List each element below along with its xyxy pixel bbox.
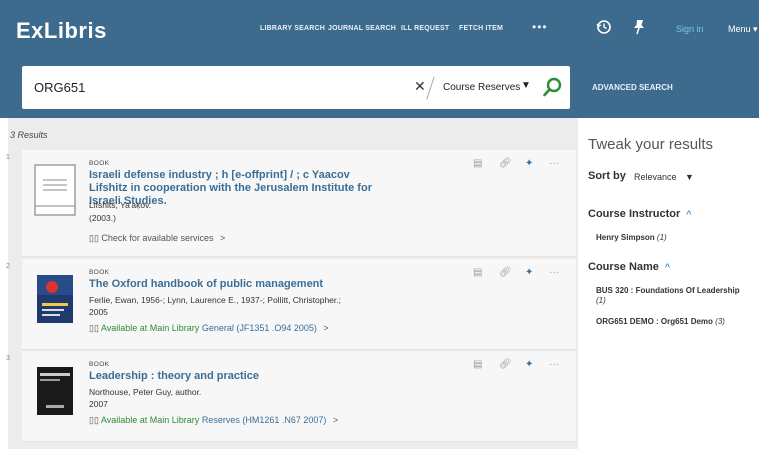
link-icon[interactable]: 🔗︎ — [499, 267, 512, 278]
nav-library-search[interactable]: LIBRARY SEARCH — [260, 25, 325, 32]
book-shelf-icon: ▯▯ — [89, 323, 101, 333]
chevron-right-icon: > — [332, 415, 339, 425]
nav-fetch-item[interactable]: FETCH ITEM — [459, 25, 503, 32]
nav-more-button[interactable]: ••• — [532, 20, 548, 34]
result-title[interactable]: Leadership : theory and practice — [89, 370, 389, 383]
result-date: 2005 — [89, 307, 108, 317]
citation-icon[interactable]: ▤ — [473, 158, 482, 169]
advanced-search-link[interactable]: ADVANCED SEARCH — [592, 83, 673, 92]
link-icon[interactable]: 🔗︎ — [499, 158, 512, 169]
scope-caret-icon[interactable]: ▼ — [521, 80, 531, 91]
search-box: ORG651 ✕ Course Reserves ▼ — [22, 66, 570, 109]
result-type: BOOK — [89, 160, 110, 167]
scope-select[interactable]: Course Reserves — [443, 82, 520, 93]
sort-label: Sort by — [588, 170, 626, 182]
tweak-results-panel: Tweak your results Sort by Relevance ▼ C… — [586, 118, 759, 449]
nav-journal-search[interactable]: JOURNAL SEARCH — [328, 25, 396, 32]
clear-search-icon[interactable]: ✕ — [414, 78, 426, 95]
search-divider — [426, 76, 435, 100]
result-author: Northouse, Peter Guy, author. — [89, 387, 202, 397]
citation-icon[interactable]: ▤ — [473, 359, 482, 370]
facet-course-name[interactable]: Course Name ^ — [588, 261, 670, 273]
result-actions: ▤ 🔗︎ ✦ ··· — [473, 158, 563, 172]
chevron-right-icon: > — [323, 323, 329, 333]
facet-value[interactable]: Henry Simpson (1) — [596, 233, 746, 243]
search-input[interactable]: ORG651 — [34, 80, 85, 95]
result-type: BOOK — [89, 269, 110, 276]
pin-record-icon[interactable]: ✦ — [525, 158, 533, 169]
search-icon[interactable] — [542, 76, 564, 98]
menu-button[interactable]: Menu ▾ — [728, 24, 758, 35]
result-author: Lifshits, Ya'aḳov. — [89, 200, 152, 210]
tweak-heading: Tweak your results — [588, 136, 714, 153]
result-date: (2003.) — [89, 213, 116, 223]
result-actions: ▤ 🔗︎ ✦ ··· — [473, 267, 563, 281]
chevron-down-icon: ▼ — [685, 172, 694, 182]
chevron-right-icon: > — [219, 233, 226, 243]
result-actions: ▤ 🔗︎ ✦ ··· — [473, 359, 563, 373]
result-card[interactable]: 1 BOOK Israeli defense industry ; h [e-o… — [6, 150, 576, 257]
availability-link[interactable]: ▯▯ Available at Main Library Reserves (H… — [89, 415, 338, 426]
book-shelf-icon: ▯▯ — [89, 415, 101, 425]
search-band: ORG651 ✕ Course Reserves ▼ ADVANCED SEAR… — [0, 58, 759, 118]
result-card[interactable]: 2 BOOK The Oxford handbook of public man… — [6, 259, 576, 350]
result-title[interactable]: The Oxford handbook of public management — [89, 278, 389, 291]
pin-icon[interactable] — [630, 18, 648, 36]
chevron-up-icon: ^ — [664, 262, 671, 272]
sort-select[interactable]: Relevance ▼ — [634, 172, 694, 182]
pin-record-icon[interactable]: ✦ — [525, 359, 533, 370]
result-type: BOOK — [89, 361, 110, 368]
availability-link[interactable]: ▯▯ Check for available services > — [89, 233, 225, 244]
availability-link[interactable]: ▯▯ Available at Main Library General (JF… — [89, 323, 329, 334]
more-actions-icon[interactable]: ··· — [549, 267, 559, 278]
book-cover-thumbnail — [37, 367, 73, 415]
facet-value[interactable]: ORG651 DEMO : Org651 Demo (3) — [596, 317, 759, 327]
exlibris-logo[interactable]: ExLibris — [16, 18, 107, 44]
result-number: 3 — [6, 355, 10, 362]
result-author: Ferlie, Ewan, 1956-; Lynn, Laurence E., … — [89, 295, 341, 305]
book-shelf-icon: ▯▯ — [89, 233, 102, 243]
pin-record-icon[interactable]: ✦ — [525, 267, 533, 278]
top-bar: ExLibris LIBRARY SEARCH JOURNAL SEARCH I… — [0, 0, 759, 58]
result-number: 1 — [6, 154, 10, 161]
book-placeholder-thumbnail — [34, 164, 76, 216]
sign-in-link[interactable]: Sign in — [676, 24, 704, 34]
more-actions-icon[interactable]: ··· — [549, 359, 559, 370]
facet-course-instructor[interactable]: Course Instructor ^ — [588, 208, 692, 220]
nav-ill-request[interactable]: ILL REQUEST — [401, 25, 449, 32]
results-count: 3 Results — [10, 130, 48, 140]
book-cover-thumbnail — [37, 275, 73, 323]
result-card[interactable]: 3 BOOK Leadership : theory and practice … — [6, 351, 576, 442]
chevron-up-icon: ^ — [686, 209, 692, 219]
history-icon[interactable] — [595, 18, 613, 36]
citation-icon[interactable]: ▤ — [473, 267, 482, 278]
facet-value[interactable]: BUS 320 : Foundations Of Leadership (1) — [596, 286, 746, 306]
result-number: 2 — [6, 263, 10, 270]
link-icon[interactable]: 🔗︎ — [499, 359, 512, 370]
more-actions-icon[interactable]: ··· — [549, 158, 559, 169]
result-date: 2007 — [89, 399, 108, 409]
